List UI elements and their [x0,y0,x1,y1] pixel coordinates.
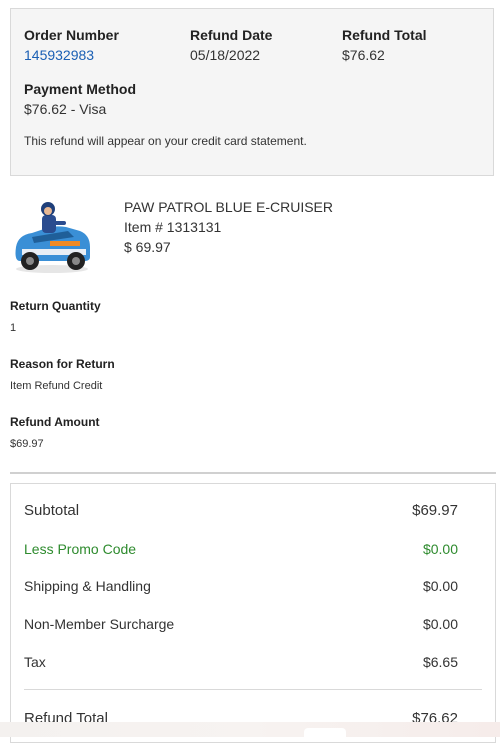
refund-total-label: Refund Total [342,27,427,43]
reason-block: Reason for Return Item Refund Credit [10,357,115,392]
subtotal-value: $69.97 [412,502,458,519]
bottom-tab-handle[interactable] [304,728,346,737]
bottom-overlay [0,722,500,737]
product-name[interactable]: PAW PATROL BLUE E-CRUISER [124,197,333,217]
surcharge-value: $0.00 [422,616,458,632]
promo-label: Less Promo Code [24,541,137,557]
subtotal-row: Subtotal $69.97 [24,502,458,519]
refund-amount-value: $69.97 [10,438,44,450]
refund-summary-panel: Order Number 145932983 Refund Date 05/18… [10,8,494,176]
tax-label: Tax [24,654,46,670]
product-item-number: Item # 1313131 [124,219,222,235]
refund-amount-block: Refund Amount $69.97 [10,415,100,450]
return-quantity-label: Return Quantity [10,299,101,313]
return-quantity-block: Return Quantity 1 [10,299,101,334]
payment-method-value: $76.62 - Visa [24,101,107,117]
product-price: $ 69.97 [124,239,171,255]
promo-value: $0.00 [422,541,458,557]
tax-value: $6.65 [422,654,458,670]
section-divider [10,472,496,474]
refund-note: This refund will appear on your credit c… [24,134,307,148]
refund-date-label: Refund Date [190,27,273,43]
totals-panel: Subtotal $69.97 Less Promo Code $0.00 Sh… [10,483,496,743]
reason-value: Item Refund Credit [10,380,103,392]
refund-total-value: $76.62 [342,47,385,63]
shipping-row: Shipping & Handling $0.00 [24,578,458,594]
refund-amount-label: Refund Amount [10,415,100,429]
totals-divider [24,689,482,690]
shipping-label: Shipping & Handling [24,578,151,594]
surcharge-label: Non-Member Surcharge [24,616,175,632]
tax-row: Tax $6.65 [24,654,458,670]
refund-total-block: Refund Total $76.62 [342,27,427,63]
payment-method-block: Payment Method $76.62 - Visa [24,81,136,117]
order-number-label: Order Number [24,27,119,43]
refund-date-value: 05/18/2022 [190,47,261,63]
product-info: PAW PATROL BLUE E-CRUISER Item # 1313131… [124,197,333,257]
surcharge-row: Non-Member Surcharge $0.00 [24,616,458,632]
promo-row: Less Promo Code $0.00 [24,541,458,557]
shipping-value: $0.00 [422,578,458,594]
refund-date-block: Refund Date 05/18/2022 [190,27,272,63]
ride-on-car-icon [15,202,90,273]
reason-label: Reason for Return [10,357,115,371]
order-number-block: Order Number 145932983 [24,27,119,63]
order-number-link[interactable]: 145932983 [24,47,119,63]
ride-on-car-image[interactable] [10,197,94,275]
return-quantity-value: 1 [10,322,17,334]
subtotal-label: Subtotal [24,502,80,519]
payment-method-label: Payment Method [24,81,137,97]
